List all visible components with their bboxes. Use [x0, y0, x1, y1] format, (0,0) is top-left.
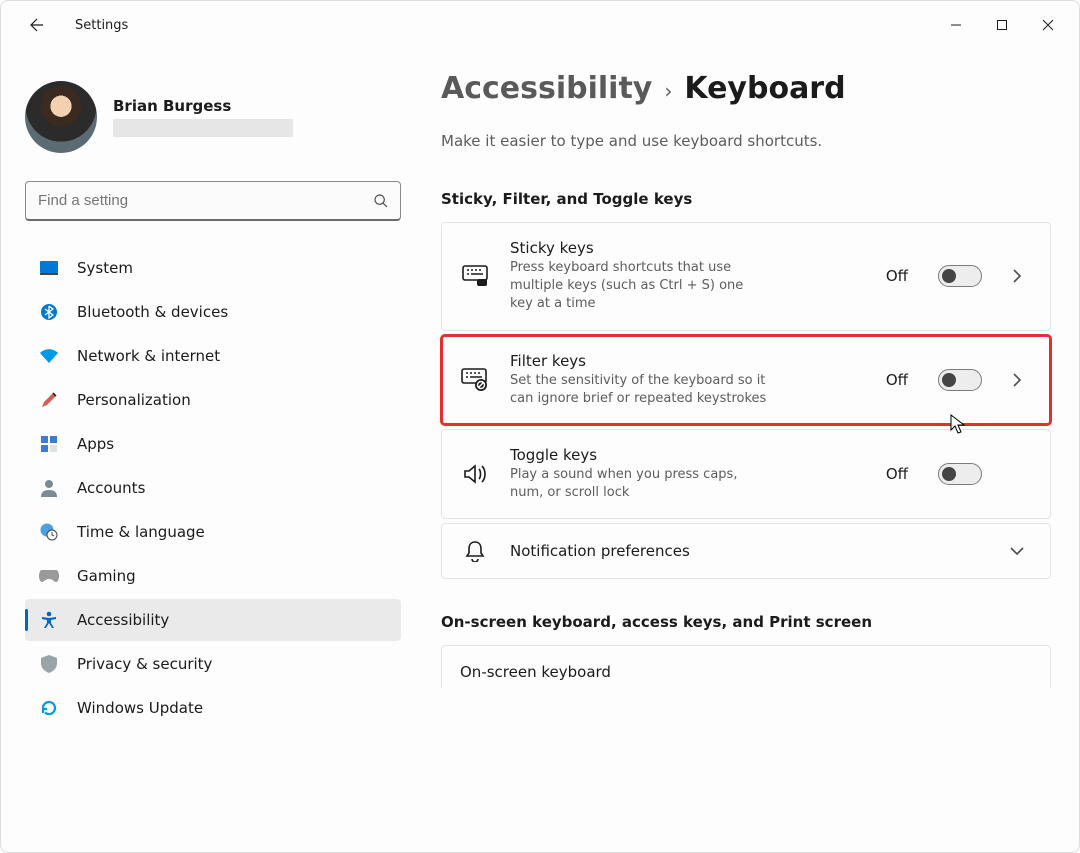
window-title: Settings: [75, 18, 128, 33]
sidebar-item-label: Accounts: [77, 479, 145, 497]
profile-name: Brian Burgess: [113, 97, 293, 115]
search-input[interactable]: [25, 181, 401, 221]
titlebar: Settings: [1, 1, 1079, 49]
card-notification-preferences[interactable]: Notification preferences: [441, 523, 1051, 579]
sidebar-item-gaming[interactable]: Gaming: [25, 555, 401, 597]
expand-button[interactable]: [1002, 372, 1032, 388]
person-icon: [39, 478, 59, 498]
profile-block[interactable]: Brian Burgess: [25, 81, 401, 153]
sidebar-item-label: System: [77, 259, 133, 277]
toggle-state-label: Off: [886, 267, 908, 285]
chevron-down-icon: [1009, 546, 1025, 556]
card-toggle-keys[interactable]: Toggle keys Play a sound when you press …: [441, 429, 1051, 519]
apps-icon: [39, 434, 59, 454]
sidebar-item-label: Bluetooth & devices: [77, 303, 228, 321]
sidebar-item-privacy[interactable]: Privacy & security: [25, 643, 401, 685]
sidebar-item-accounts[interactable]: Accounts: [25, 467, 401, 509]
toggle-keys-toggle[interactable]: [938, 463, 982, 485]
section-title-osk: On-screen keyboard, access keys, and Pri…: [441, 613, 1051, 631]
bluetooth-icon: [39, 302, 59, 322]
sound-icon: [460, 464, 490, 484]
sidebar-item-system[interactable]: System: [25, 247, 401, 289]
keyboard-filter-icon: [460, 368, 490, 392]
breadcrumb-parent[interactable]: Accessibility: [441, 71, 652, 106]
chevron-right-icon: ›: [664, 79, 672, 103]
card-on-screen-keyboard[interactable]: On-screen keyboard: [441, 645, 1051, 688]
sidebar-item-label: Gaming: [77, 567, 136, 585]
sidebar-item-label: Privacy & security: [77, 655, 212, 673]
arrow-left-icon: [28, 16, 46, 34]
filter-keys-toggle[interactable]: [938, 369, 982, 391]
sidebar-item-update[interactable]: Windows Update: [25, 687, 401, 729]
card-filter-keys[interactable]: Filter keys Set the sensitivity of the k…: [441, 335, 1051, 425]
content-pane: Accessibility › Keyboard Make it easier …: [421, 49, 1079, 852]
globe-clock-icon: [39, 522, 59, 542]
accessibility-icon: [39, 610, 59, 630]
sidebar-item-personalization[interactable]: Personalization: [25, 379, 401, 421]
page-subtitle: Make it easier to type and use keyboard …: [441, 132, 1051, 150]
chevron-right-icon: [1012, 268, 1022, 284]
update-icon: [39, 698, 59, 718]
minimize-icon: [950, 19, 962, 31]
card-title: Notification preferences: [510, 542, 982, 560]
card-sticky-keys[interactable]: Sticky keys Press keyboard shortcuts tha…: [441, 222, 1051, 331]
sidebar-item-label: Apps: [77, 435, 114, 453]
card-title: Toggle keys: [510, 446, 770, 464]
search-box[interactable]: [25, 181, 401, 221]
card-title: Sticky keys: [510, 239, 770, 257]
card-title: Filter keys: [510, 352, 770, 370]
close-button[interactable]: [1025, 9, 1071, 41]
sidebar: Brian Burgess System Bluetooth & devices…: [1, 49, 421, 852]
card-title: On-screen keyboard: [460, 663, 1032, 681]
maximize-icon: [996, 19, 1008, 31]
bell-icon: [460, 540, 490, 562]
sidebar-item-label: Personalization: [77, 391, 191, 409]
card-desc: Set the sensitivity of the keyboard so i…: [510, 372, 770, 408]
sidebar-item-label: Windows Update: [77, 699, 203, 717]
sidebar-item-label: Network & internet: [77, 347, 220, 365]
close-icon: [1042, 19, 1054, 31]
sidebar-item-bluetooth[interactable]: Bluetooth & devices: [25, 291, 401, 333]
maximize-button[interactable]: [979, 9, 1025, 41]
back-button[interactable]: [17, 5, 57, 45]
shield-icon: [39, 654, 59, 674]
sidebar-item-label: Accessibility: [77, 611, 169, 629]
nav-list: System Bluetooth & devices Network & int…: [25, 247, 401, 729]
card-desc: Press keyboard shortcuts that use multip…: [510, 259, 770, 314]
chevron-right-icon: [1012, 372, 1022, 388]
toggle-state-label: Off: [886, 465, 908, 483]
sidebar-item-network[interactable]: Network & internet: [25, 335, 401, 377]
sticky-keys-toggle[interactable]: [938, 265, 982, 287]
avatar: [25, 81, 97, 153]
sidebar-item-time[interactable]: Time & language: [25, 511, 401, 553]
brush-icon: [39, 390, 59, 410]
minimize-button[interactable]: [933, 9, 979, 41]
wifi-icon: [39, 346, 59, 366]
profile-email-redacted: [113, 119, 293, 137]
section-title-keys: Sticky, Filter, and Toggle keys: [441, 190, 1051, 208]
gamepad-icon: [39, 566, 59, 586]
breadcrumb: Accessibility › Keyboard: [441, 71, 1051, 106]
keyboard-icon: [460, 265, 490, 287]
display-icon: [39, 258, 59, 278]
sidebar-item-accessibility[interactable]: Accessibility: [25, 599, 401, 641]
search-icon: [373, 193, 389, 209]
sidebar-item-label: Time & language: [77, 523, 205, 541]
page-title: Keyboard: [684, 71, 845, 106]
expand-button[interactable]: [1002, 268, 1032, 284]
expand-button[interactable]: [1002, 546, 1032, 556]
toggle-state-label: Off: [886, 371, 908, 389]
card-desc: Play a sound when you press caps, num, o…: [510, 466, 770, 502]
sidebar-item-apps[interactable]: Apps: [25, 423, 401, 465]
